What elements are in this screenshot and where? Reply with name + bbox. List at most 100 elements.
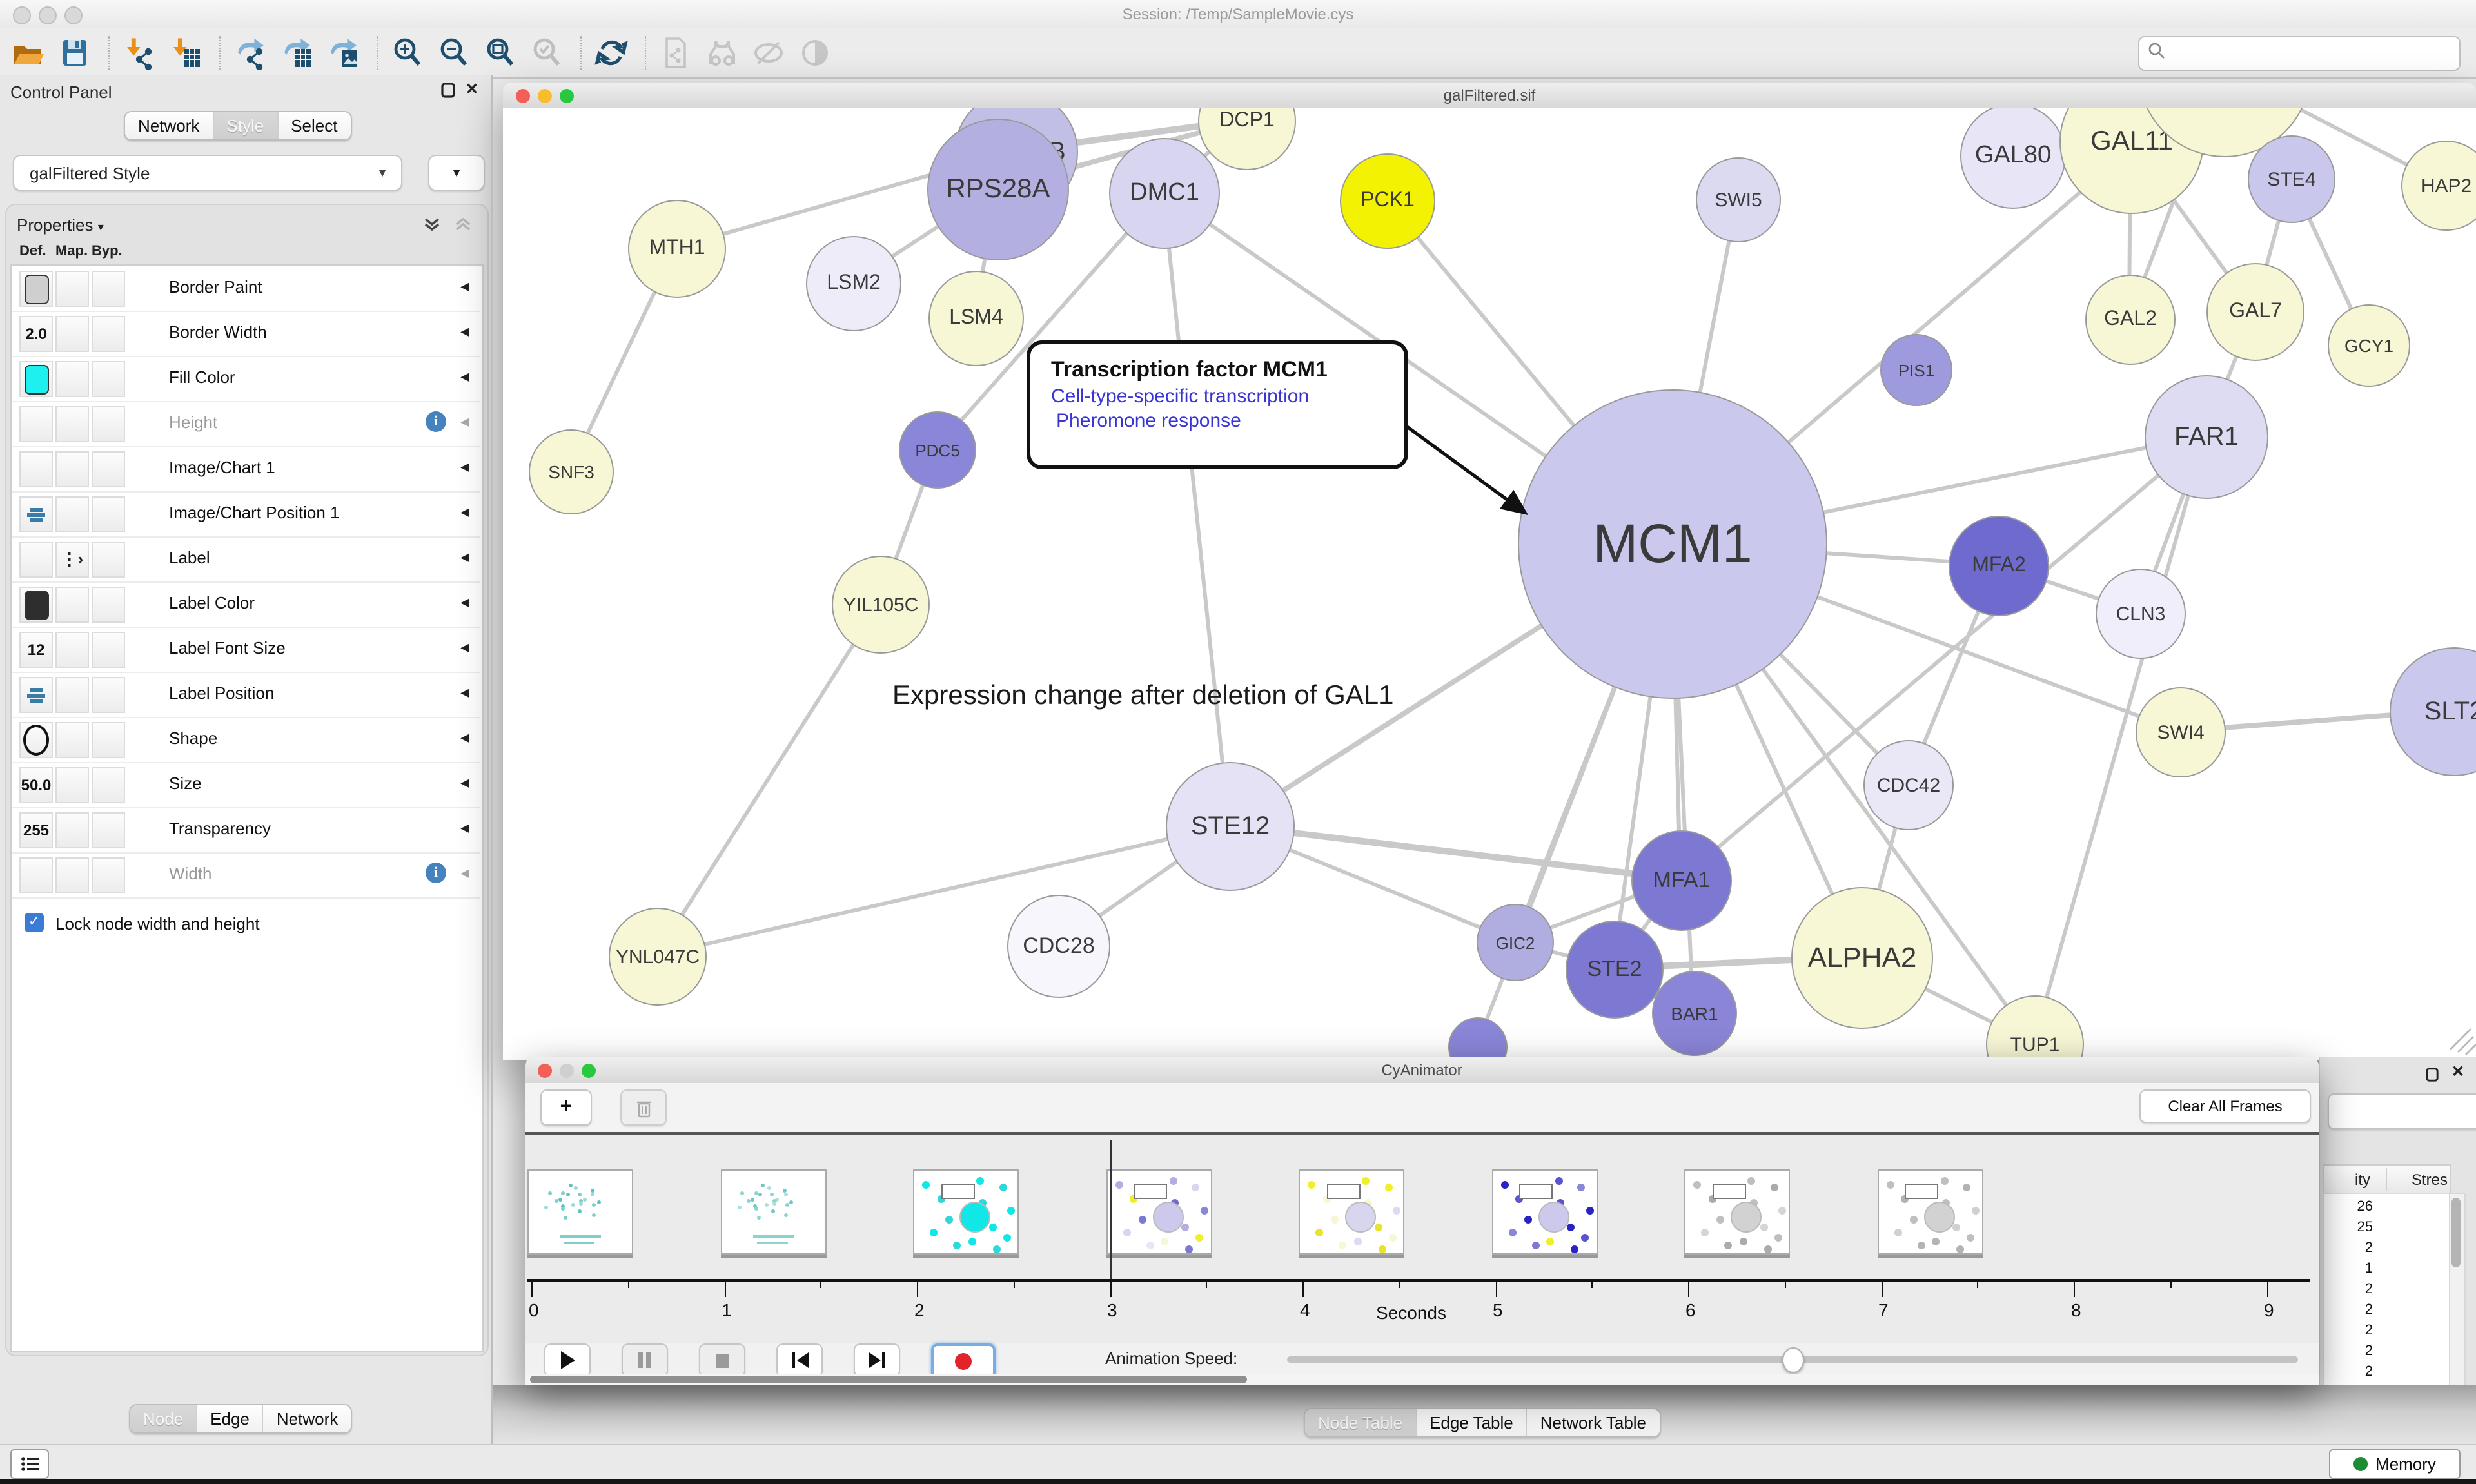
property-row-transparency[interactable]: 255Transparency◀ bbox=[12, 807, 480, 854]
def-cell[interactable]: 12 bbox=[19, 632, 53, 668]
tab-node[interactable]: Node bbox=[130, 1405, 197, 1432]
map-cell[interactable] bbox=[55, 632, 89, 668]
byp-cell[interactable] bbox=[92, 542, 125, 578]
map-cell[interactable] bbox=[55, 316, 89, 352]
network-node-mfa1[interactable]: MFA1 bbox=[1631, 830, 1732, 931]
map-cell[interactable] bbox=[55, 587, 89, 623]
map-cell[interactable] bbox=[55, 406, 89, 442]
tab-network-table[interactable]: Network Table bbox=[1528, 1409, 1659, 1436]
animation-speed-thumb[interactable] bbox=[1782, 1347, 1804, 1373]
property-row-label-position[interactable]: Label Position◀ bbox=[12, 672, 480, 718]
network-node-cdc28[interactable]: CDC28 bbox=[1007, 895, 1110, 998]
property-row-image-chart-position-1[interactable]: Image/Chart Position 1◀ bbox=[12, 491, 480, 538]
cyanimator-timeline[interactable]: Seconds 0123456789 bbox=[525, 1135, 2319, 1343]
style-selector[interactable]: galFiltered Style ▼ bbox=[13, 155, 402, 191]
frame-thumbnail-7[interactable] bbox=[1877, 1169, 1983, 1255]
property-row-size[interactable]: 50.0Size◀ bbox=[12, 762, 480, 808]
network-node-lsm4[interactable]: LSM4 bbox=[928, 271, 1024, 366]
network-node-gal2[interactable]: GAL2 bbox=[2085, 275, 2176, 365]
property-row-border-paint[interactable]: Border Paint◀ bbox=[12, 266, 480, 312]
frame-thumbnail-2[interactable] bbox=[913, 1169, 1019, 1255]
export-image-icon[interactable] bbox=[325, 35, 361, 71]
refresh-layout-icon[interactable] bbox=[593, 35, 629, 71]
vertical-scrollbar[interactable] bbox=[2449, 1193, 2466, 1395]
map-cell[interactable] bbox=[55, 271, 89, 307]
close-panel-icon[interactable]: ✕ bbox=[2451, 1062, 2464, 1080]
close-panel-icon[interactable]: ✕ bbox=[466, 80, 478, 98]
network-node-ste2[interactable]: STE2 bbox=[1566, 921, 1664, 1019]
expand-property-icon[interactable]: ◀ bbox=[460, 551, 469, 565]
byp-cell[interactable] bbox=[92, 496, 125, 532]
zoom-out-icon[interactable] bbox=[436, 35, 472, 71]
network-node-rps28a[interactable]: RPS28A bbox=[927, 119, 1069, 260]
properties-header[interactable]: Properties ▾ bbox=[17, 215, 104, 235]
memory-button[interactable]: Memory bbox=[2329, 1449, 2461, 1479]
network-node-ste12[interactable]: STE12 bbox=[1166, 762, 1295, 891]
expand-property-icon[interactable]: ◀ bbox=[460, 460, 469, 474]
lock-size-row[interactable]: ✓Lock node width and height bbox=[12, 910, 480, 949]
expand-property-icon[interactable]: ◀ bbox=[460, 505, 469, 520]
table-cell[interactable]: 26 bbox=[2324, 1199, 2373, 1215]
open-file-icon[interactable] bbox=[10, 35, 46, 71]
play-button[interactable] bbox=[544, 1343, 591, 1377]
frame-thumbnail-1[interactable] bbox=[720, 1169, 826, 1255]
network-node-gal7[interactable]: GAL7 bbox=[2206, 263, 2304, 361]
map-cell[interactable] bbox=[55, 767, 89, 803]
map-cell[interactable] bbox=[55, 812, 89, 848]
collapse-all-icon[interactable] bbox=[454, 215, 472, 240]
table-cell[interactable]: 2 bbox=[2324, 1364, 2373, 1380]
expand-property-icon[interactable]: ◀ bbox=[460, 731, 469, 745]
save-session-icon[interactable] bbox=[57, 35, 93, 71]
tab-network-bottom[interactable]: Network bbox=[264, 1405, 351, 1432]
expand-property-icon[interactable]: ◀ bbox=[460, 821, 469, 835]
table-toolbar-button-fragment[interactable] bbox=[2328, 1093, 2476, 1129]
frame-thumbnail-4[interactable] bbox=[1299, 1169, 1404, 1255]
def-cell[interactable]: 50.0 bbox=[19, 767, 53, 803]
property-row-label-color[interactable]: Label Color◀ bbox=[12, 581, 480, 628]
property-row-height[interactable]: Heighti◀ bbox=[12, 401, 480, 447]
network-node-swi4[interactable]: SWI4 bbox=[2136, 687, 2226, 777]
expand-property-icon[interactable]: ◀ bbox=[460, 596, 469, 610]
skip-end-button[interactable] bbox=[854, 1343, 900, 1377]
network-node-swi5[interactable]: SWI5 bbox=[1696, 157, 1781, 242]
network-canvas[interactable]: RPS28BDCP1RPS28ADMC1PCK1SWI5GAL80GAL11ST… bbox=[503, 108, 2476, 1060]
byp-cell[interactable] bbox=[92, 857, 125, 893]
delete-frame-button[interactable] bbox=[620, 1089, 667, 1126]
network-node-cln3[interactable]: CLN3 bbox=[2096, 569, 2186, 659]
network-node-gcy1[interactable]: GCY1 bbox=[2328, 304, 2410, 387]
skip-start-button[interactable] bbox=[776, 1343, 823, 1377]
expand-property-icon[interactable]: ◀ bbox=[460, 641, 469, 655]
frame-thumbnail-6[interactable] bbox=[1684, 1169, 1790, 1255]
byp-cell[interactable] bbox=[92, 587, 125, 623]
def-cell[interactable] bbox=[19, 857, 53, 893]
byp-cell[interactable] bbox=[92, 271, 125, 307]
def-cell[interactable] bbox=[19, 722, 53, 758]
lock-checkbox[interactable]: ✓ bbox=[25, 913, 44, 932]
byp-cell[interactable] bbox=[92, 361, 125, 397]
network-node-pck1[interactable]: PCK1 bbox=[1340, 153, 1435, 249]
zoom-in-icon[interactable] bbox=[389, 35, 426, 71]
search-input[interactable] bbox=[2170, 43, 2459, 64]
table-cell[interactable]: 2 bbox=[2324, 1240, 2373, 1256]
expand-all-icon[interactable] bbox=[423, 215, 441, 240]
float-panel-icon[interactable] bbox=[440, 81, 455, 104]
tab-node-table[interactable]: Node Table bbox=[1305, 1409, 1417, 1436]
show-panels-button[interactable] bbox=[10, 1449, 49, 1479]
network-node-mth1[interactable]: MTH1 bbox=[628, 200, 726, 298]
frame-thumbnail-5[interactable] bbox=[1491, 1169, 1597, 1255]
tab-network[interactable]: Network bbox=[125, 112, 213, 139]
network-node-bar1[interactable]: BAR1 bbox=[1652, 971, 1737, 1056]
network-node-alpha2[interactable]: ALPHA2 bbox=[1791, 887, 1933, 1029]
map-cell[interactable] bbox=[55, 677, 89, 713]
expand-property-icon[interactable]: ◀ bbox=[460, 866, 469, 881]
network-node-mfa2[interactable]: MFA2 bbox=[1949, 516, 2049, 616]
byp-cell[interactable] bbox=[92, 722, 125, 758]
network-node-gic2[interactable]: GIC2 bbox=[1477, 904, 1554, 981]
export-table-icon[interactable] bbox=[279, 35, 315, 71]
property-row-border-width[interactable]: 2.0Border Width◀ bbox=[12, 311, 480, 357]
tab-select[interactable]: Select bbox=[278, 112, 350, 139]
network-node-lsm2[interactable]: LSM2 bbox=[806, 236, 901, 331]
table-cell[interactable]: 2 bbox=[2324, 1323, 2373, 1338]
network-node-far1[interactable]: FAR1 bbox=[2145, 375, 2268, 499]
byp-cell[interactable] bbox=[92, 812, 125, 848]
